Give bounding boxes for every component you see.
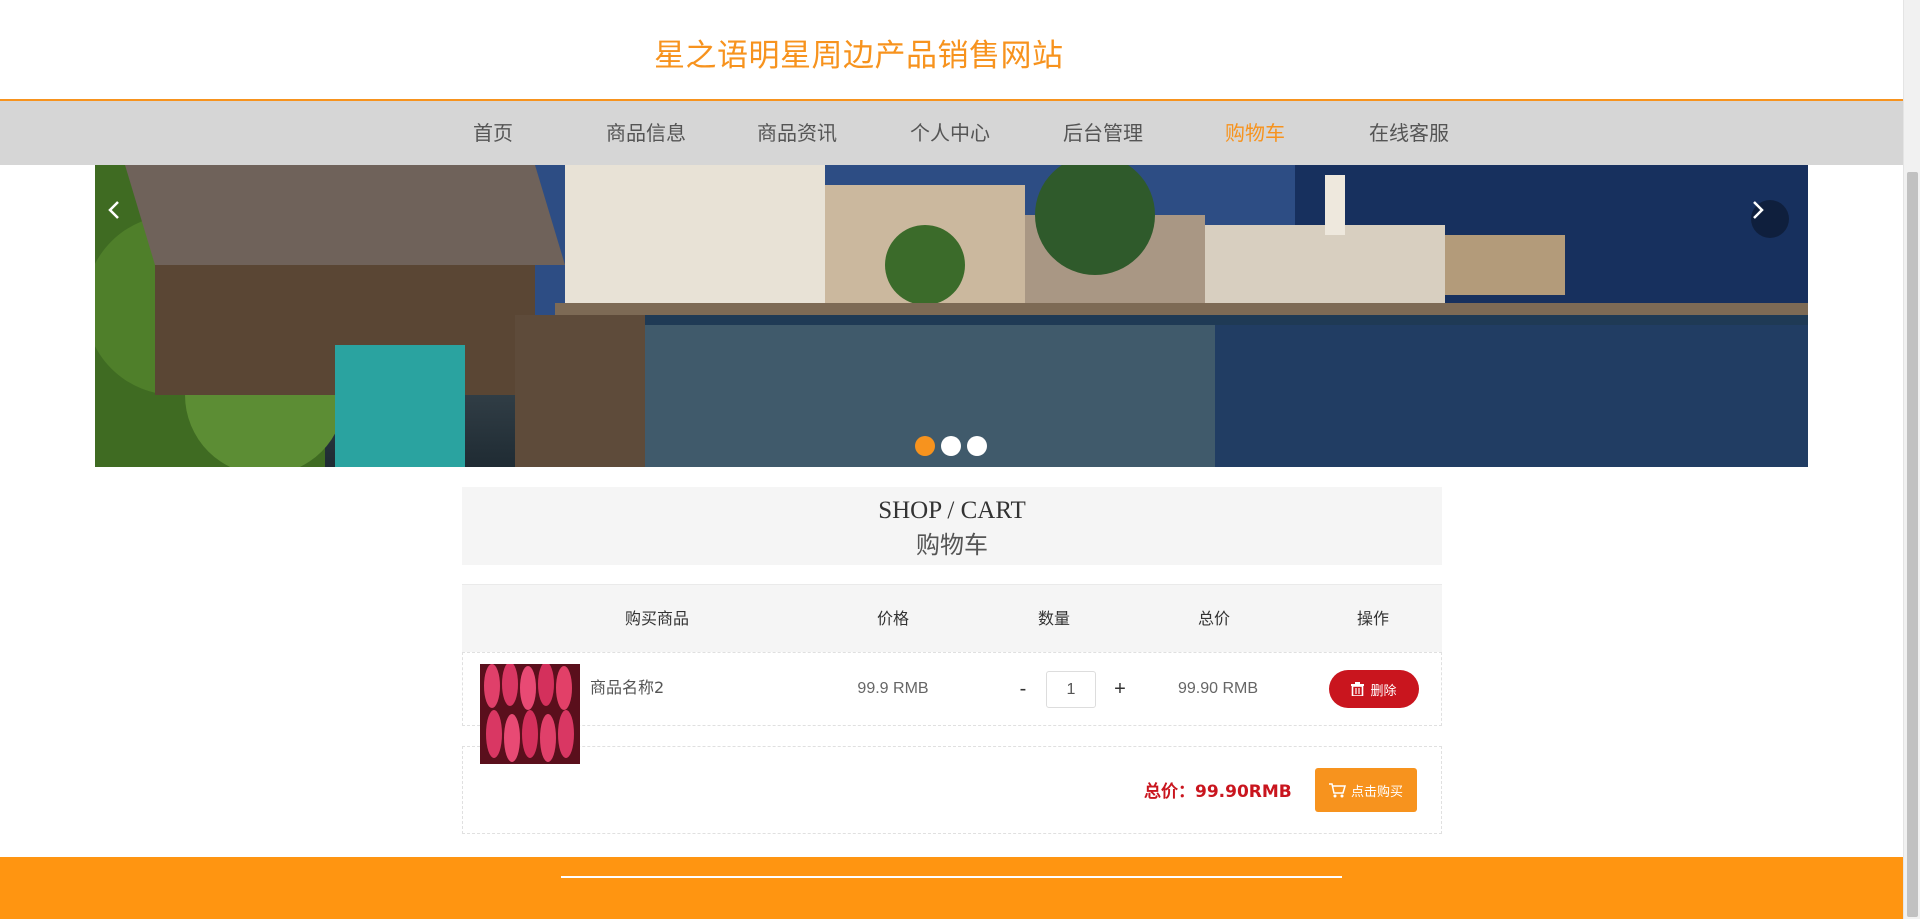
- product-image: [480, 664, 580, 764]
- nav-item-cart[interactable]: 购物车: [1225, 101, 1285, 165]
- cart-total: 总价：99.90RMB: [1144, 782, 1292, 802]
- product-price: 99.9 RMB: [857, 680, 929, 697]
- checkout-button[interactable]: 点击购买: [1315, 768, 1417, 812]
- quantity-decrease-button[interactable]: -: [1013, 653, 1033, 725]
- banner-carousel: [95, 165, 1808, 467]
- nav-item-admin[interactable]: 后台管理: [1063, 101, 1143, 165]
- product-name[interactable]: 商品名称2: [590, 674, 664, 698]
- nav-item-profile[interactable]: 个人中心: [910, 101, 990, 165]
- chevron-left-icon: [108, 201, 119, 219]
- column-header-action: 操作: [1356, 609, 1389, 628]
- carousel-dot-1[interactable]: [915, 436, 935, 456]
- delete-button-label: 删除: [1370, 683, 1397, 699]
- carousel-next-button[interactable]: [1751, 200, 1789, 238]
- column-header-quantity: 数量: [1037, 609, 1070, 628]
- site-title[interactable]: 星之语明星周边产品销售网站: [654, 30, 1064, 75]
- column-header-product: 购买商品: [624, 609, 689, 628]
- carousel-indicators: [915, 436, 987, 456]
- product-thumbnail[interactable]: [480, 664, 580, 764]
- cart-heading-zh: 购物车: [916, 531, 988, 559]
- nav-item-home[interactable]: 首页: [473, 101, 513, 165]
- site-header: 星之语明星周边产品销售网站: [0, 0, 1903, 101]
- trash-icon: [1351, 682, 1365, 696]
- delete-button[interactable]: 删除: [1329, 670, 1419, 708]
- cart-heading: SHOP / CART 购物车: [462, 487, 1442, 565]
- carousel-prev-button[interactable]: [107, 200, 145, 238]
- column-header-subtotal: 总价: [1197, 609, 1230, 628]
- footer-divider: [561, 876, 1342, 878]
- page-scrollbar[interactable]: [1903, 0, 1920, 919]
- site-footer: [0, 857, 1903, 919]
- carousel-dot-2[interactable]: [941, 436, 961, 456]
- chevron-right-icon: [1753, 201, 1764, 219]
- cart-icon: [1328, 782, 1346, 797]
- cart-total-row: 总价：99.90RMB 点击购买: [462, 746, 1442, 834]
- banner-image: [95, 165, 1808, 467]
- nav-item-service[interactable]: 在线客服: [1369, 101, 1449, 165]
- quantity-increase-button[interactable]: +: [1110, 653, 1130, 725]
- cart-table-header: 购买商品 价格 数量 总价 操作: [462, 584, 1442, 652]
- nav-item-news[interactable]: 商品资讯: [757, 101, 837, 165]
- scrollbar-thumb[interactable]: [1907, 172, 1918, 917]
- main-nav: 首页 商品信息 商品资讯 个人中心 后台管理 购物车 在线客服: [0, 101, 1903, 165]
- column-header-price: 价格: [876, 609, 909, 628]
- quantity-input[interactable]: [1046, 671, 1096, 708]
- nav-item-products[interactable]: 商品信息: [606, 101, 686, 165]
- cart-heading-en: SHOP / CART: [878, 497, 1026, 524]
- product-subtotal: 99.90 RMB: [1177, 680, 1259, 697]
- cart-item-row: 商品名称2 99.9 RMB - + 99.90 RMB 删除: [462, 652, 1442, 764]
- carousel-dot-3[interactable]: [967, 436, 987, 456]
- checkout-button-label: 点击购买: [1350, 784, 1403, 800]
